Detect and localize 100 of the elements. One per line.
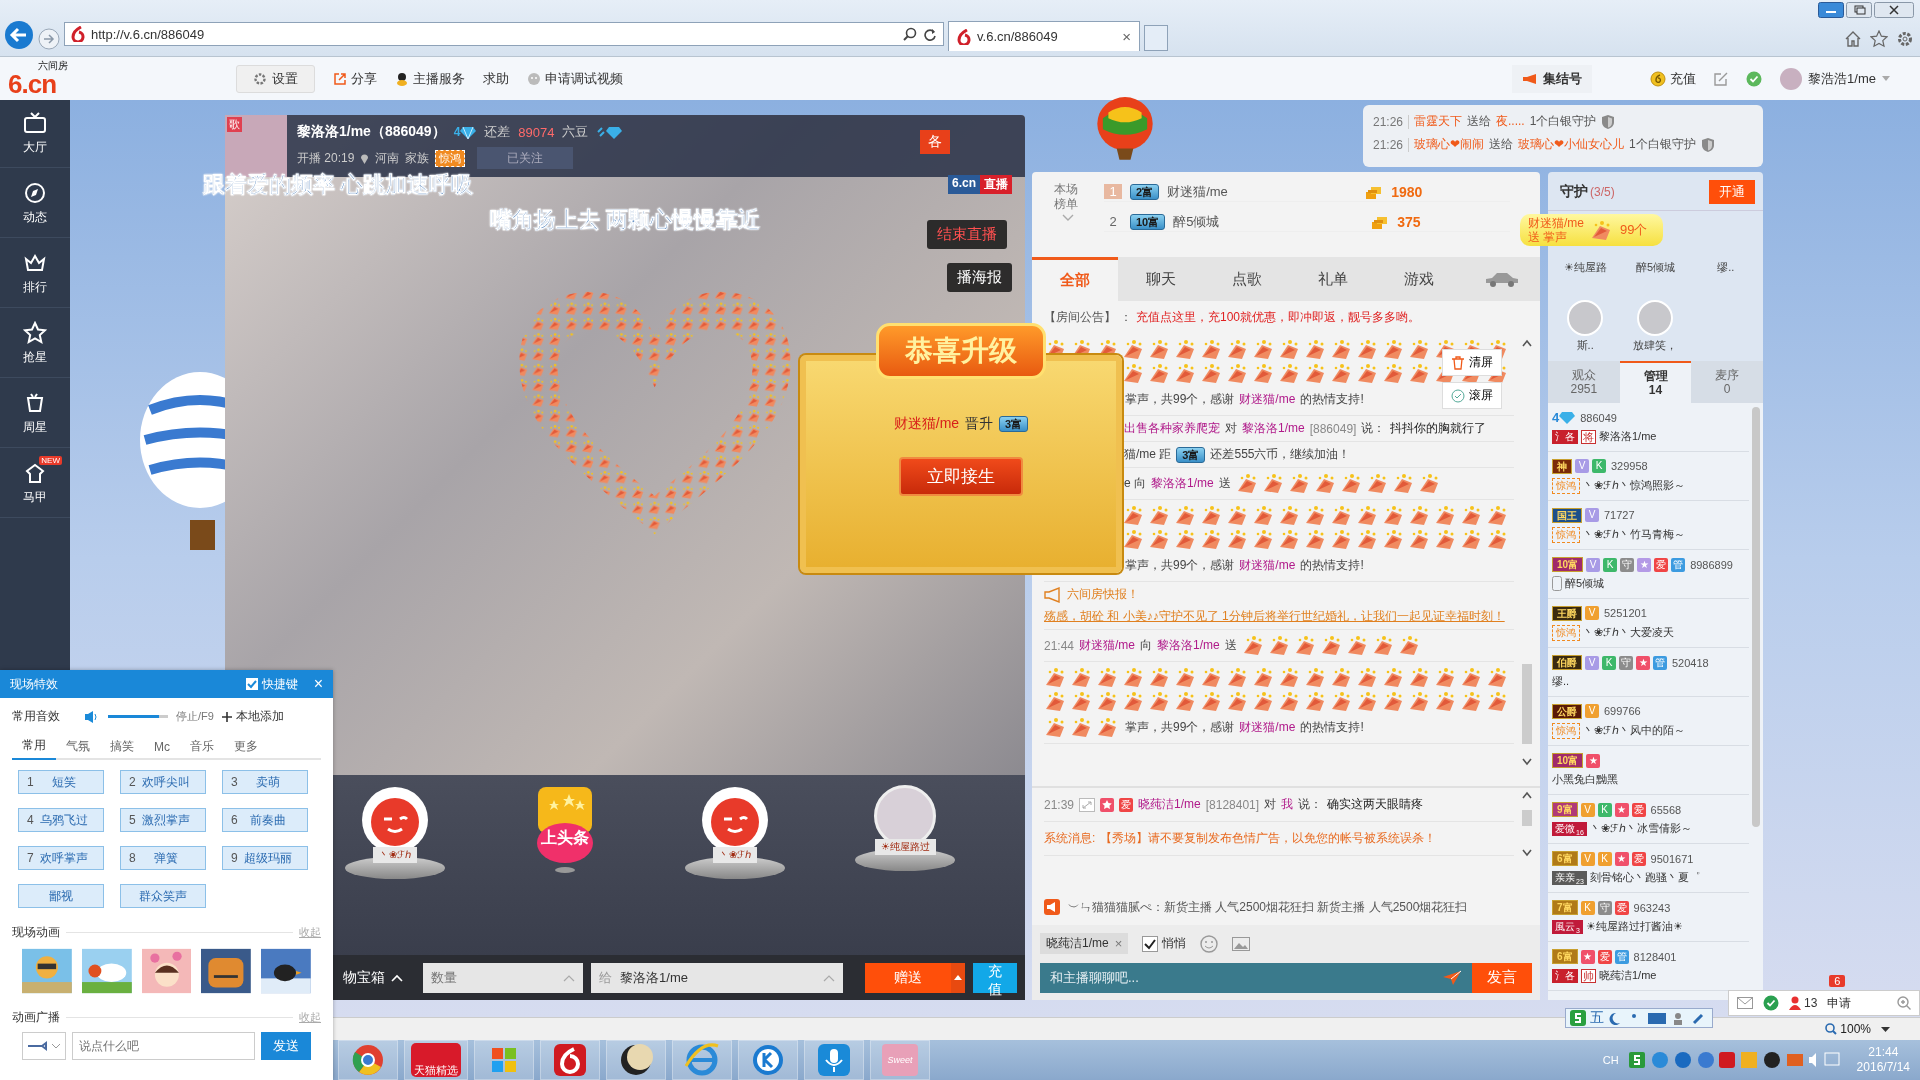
sound-button[interactable]: 群众笑声	[120, 884, 206, 908]
favorites-star-icon[interactable]	[1870, 30, 1888, 48]
user-name[interactable]: 放肆笑，	[1633, 338, 1678, 353]
shop-app-icon[interactable]: 天猫精选	[411, 1043, 461, 1077]
user-name[interactable]: 我	[1281, 796, 1294, 814]
plane-select[interactable]	[22, 1032, 66, 1060]
chat-input[interactable]: 和主播聊聊吧...	[1040, 962, 1472, 993]
speaker-icon[interactable]	[84, 709, 100, 724]
raccoon-animation-thumbnail[interactable]	[22, 947, 72, 995]
sound-button[interactable]: 鄙视	[18, 884, 104, 908]
user-row[interactable]: 6富 ★ 爱 管 8128401 氵各 帅 晓莼洁1/me	[1548, 942, 1749, 991]
forward-icon[interactable]	[38, 28, 60, 50]
home-icon[interactable]	[1844, 30, 1862, 48]
nav-link[interactable]: 主播服务	[395, 69, 465, 88]
remove-icon[interactable]: ×	[1114, 936, 1123, 952]
sound-button[interactable]: 2 欢呼尖叫	[120, 770, 206, 794]
caret-up-icon[interactable]	[951, 962, 966, 993]
sound-button[interactable]: 1 短笑	[18, 770, 104, 794]
user-row[interactable]: 神 V K 329958 惊鸿 丶❀ℱℎ丶惊鸿照影～	[1548, 452, 1749, 501]
message-input[interactable]: 说点什么吧	[72, 1032, 255, 1060]
user-name[interactable]: 出售各种家养爬宠	[1124, 420, 1220, 438]
sound-button[interactable]: 8 弹簧	[120, 846, 206, 870]
user-name[interactable]: 黎洛洛1/me	[1157, 637, 1220, 655]
user-name[interactable]: 醉5倾城	[1635, 260, 1676, 275]
nav-link[interactable]: 申请调试视频	[527, 69, 623, 88]
chat-tab[interactable]: 礼单	[1290, 257, 1376, 302]
quantity-field[interactable]: 数量	[423, 962, 584, 993]
user-name[interactable]: 财迷猫/me	[1079, 637, 1136, 655]
bird-animation-thumbnail[interactable]	[261, 947, 311, 995]
settings-icon[interactable]	[1896, 30, 1914, 48]
user-row[interactable]: 10富 V K 守 ★ 爱 管 8986899 醉5倾城	[1548, 550, 1749, 599]
sidebar-item[interactable]: 排行	[0, 240, 70, 308]
nav-link[interactable]: 求助	[483, 69, 509, 88]
new-tab-button[interactable]	[1144, 25, 1168, 51]
user-name[interactable]: 财迷猫/me	[1239, 391, 1296, 409]
user-row[interactable]: 伯爵 V K 守 ★ 管 520418 缪..	[1548, 648, 1749, 697]
sidebar-item[interactable]: 动态	[0, 170, 70, 238]
recipient-chip[interactable]: 晓莼洁1/me ×	[1040, 933, 1129, 955]
edit-icon[interactable]	[1714, 71, 1729, 86]
sound-button[interactable]: 4 乌鸦飞过	[18, 808, 104, 832]
sidebar-item[interactable]: 周星	[0, 380, 70, 448]
image-icon[interactable]	[1232, 936, 1251, 951]
sound-button[interactable]: 6 前奏曲	[222, 808, 308, 832]
nav-link[interactable]: 分享	[333, 69, 377, 88]
chat-tab[interactable]: 游戏	[1376, 257, 1462, 302]
caret-icon[interactable]	[1881, 1026, 1890, 1032]
whisper-checkbox[interactable]	[1142, 935, 1159, 952]
user-name[interactable]: 斯..	[1576, 338, 1594, 353]
gift-box-button[interactable]: 物宝箱	[337, 967, 416, 988]
effects-tab[interactable]: Mc	[144, 733, 180, 760]
user-count[interactable]: 13	[1789, 996, 1818, 1010]
chevron-down-icon[interactable]	[1062, 214, 1074, 221]
close-window-icon[interactable]	[1874, 2, 1914, 18]
recharge-link[interactable]: 充值	[1650, 69, 1697, 88]
sound-button[interactable]: 9 超级玛丽	[222, 846, 308, 870]
monster-animation-thumbnail[interactable]	[201, 947, 252, 995]
clear-screen-button[interactable]: 清屏	[1442, 349, 1502, 377]
sound-button[interactable]: 5 激烈掌声	[120, 808, 206, 832]
cow-animation-thumbnail[interactable]	[81, 947, 132, 995]
sound-button[interactable]: 3 卖萌	[222, 770, 308, 794]
input-method-bar[interactable]: 五	[1565, 1008, 1713, 1028]
user-name[interactable]: 黎洛洛1/me	[1151, 475, 1214, 493]
sidebar-item[interactable]: 大厅	[0, 100, 70, 168]
user-name[interactable]: 醉5倾城	[1173, 212, 1364, 231]
send-button[interactable]: 发送	[261, 1032, 311, 1060]
video-button[interactable]: 结束直播	[927, 220, 1007, 249]
recipient-field[interactable]: 给 黎洛洛1/me	[591, 962, 844, 993]
chat-tab[interactable]: 点歌	[1204, 257, 1290, 302]
hotkey-checkbox[interactable]	[245, 678, 258, 690]
add-local-button[interactable]: 本地添加	[221, 708, 284, 725]
effects-tab[interactable]: 音乐	[180, 733, 224, 760]
car-icon[interactable]	[1484, 270, 1520, 289]
zoom-level[interactable]: 100%	[1825, 1022, 1871, 1036]
tray-icons-drawing[interactable]	[1650, 1051, 1841, 1069]
audience-tab[interactable]: 管理 14	[1619, 361, 1692, 403]
user-name[interactable]: 财迷猫/me	[1239, 557, 1296, 575]
user-name[interactable]: 晓莼洁1/me	[1138, 796, 1201, 814]
scrollbar-drawing[interactable]	[1752, 407, 1760, 827]
video-button[interactable]: 播海报	[947, 263, 1012, 292]
effects-tab[interactable]: 常用	[12, 733, 56, 760]
emoji-icon[interactable]	[1200, 934, 1219, 953]
effects-tab[interactable]: 搞笑	[100, 733, 144, 760]
user-row[interactable]: 国王 V 71727 惊鸿 丶❀ℱℎ丶竹马青梅～	[1548, 501, 1749, 550]
mail-icon[interactable]	[1737, 997, 1753, 1009]
settings-button[interactable]: 设置	[236, 64, 315, 93]
close-tab-button[interactable]: ×	[1122, 28, 1131, 45]
follow-button[interactable]: 已关注	[477, 147, 574, 169]
site-logo[interactable]: 6.cn	[8, 70, 57, 97]
restore-icon[interactable]	[1846, 2, 1872, 18]
stop-button[interactable]: 停止/F9	[176, 709, 214, 724]
browser-tab[interactable]: v.6.cn/886049 ×	[948, 21, 1140, 51]
effects-tab[interactable]: 气氛	[56, 733, 100, 760]
user-row[interactable]: 10富 ★ 小黑兔白黝黑	[1548, 746, 1749, 795]
chat-tab[interactable]: 聊天	[1118, 257, 1204, 302]
effects-tab[interactable]: 更多	[224, 733, 268, 760]
user-name[interactable]: 黎洛洛1/me	[1242, 420, 1305, 438]
scroll-lock-button[interactable]: 滚屏	[1442, 382, 1502, 410]
announcement-link[interactable]: 充值点这里，充100就优惠，即冲即返，靓号多多哟。	[1136, 309, 1421, 327]
back-icon[interactable]	[4, 20, 34, 50]
sidebar-item[interactable]: 抢星	[0, 310, 70, 378]
